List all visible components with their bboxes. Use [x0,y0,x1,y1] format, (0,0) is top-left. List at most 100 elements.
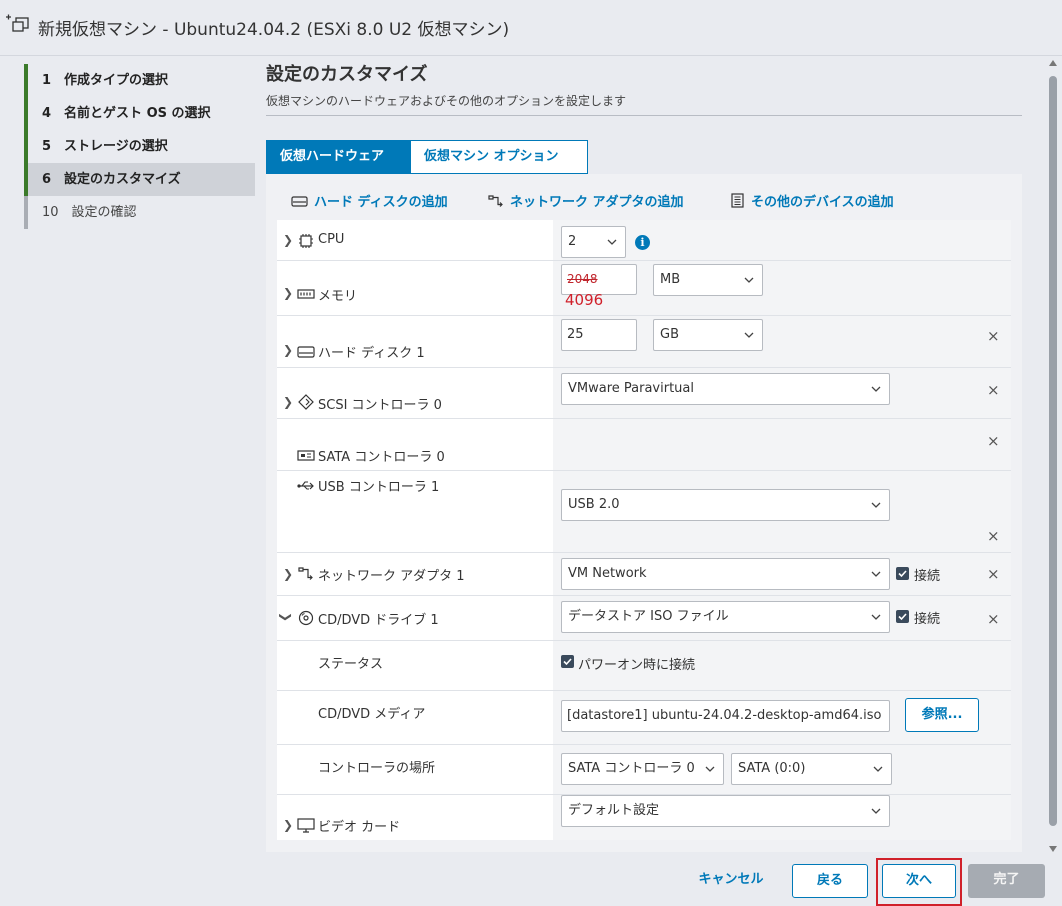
cd-dvd-source-value: データストア ISO ファイル [568,609,729,624]
hw-row-video-card: ❯ ビデオ カード デフォルト設定 [277,795,1011,840]
checkmark-icon [563,658,572,666]
chevron-right-icon[interactable]: ❯ [283,395,293,409]
chevron-down-icon [873,766,883,772]
scsi-controller-label: SCSI コントローラ 0 [318,398,442,413]
connect-at-power-on-checkbox[interactable] [561,655,574,668]
disk-unit-value: GB [660,327,679,342]
back-button[interactable]: 戻る [792,864,868,898]
network-connect-checkbox[interactable] [896,567,909,580]
cd-dvd-connect-checkbox[interactable] [896,610,909,623]
network-connect-label: 接続 [914,569,941,584]
chevron-down-icon [871,571,881,577]
step-select-storage[interactable]: 5 ストレージの選択 [24,130,255,163]
hw-row-scsi-controller: ❯ SCSI コントローラ 0 VMware Paravirtual × [277,368,1011,419]
chevron-right-icon[interactable]: ❯ [283,818,293,832]
memory-unit-select[interactable]: MB [653,264,763,296]
video-card-select[interactable]: デフォルト設定 [561,795,890,827]
chevron-down-icon [744,332,754,338]
hw-value-cell: VMware Paravirtual [553,368,1011,418]
cpu-count-select[interactable]: 2 [561,226,626,258]
next-button[interactable]: 次へ [882,864,956,898]
hw-label-cell: USB コントローラ 1 [277,471,553,552]
hardware-table: ❯ CPU 2 i ❯ メモリ 2048 4096 MB ❯ ハード ディスク … [277,220,1011,840]
tab-vm-options[interactable]: 仮想マシン オプション [410,140,588,174]
hw-row-cd-dvd-media: CD/DVD メディア [datastore1] ubuntu-24.04.2-… [277,691,1011,745]
hw-label-cell: コントローラの場所 [277,745,553,794]
page-subtitle: 仮想マシンのハードウェアおよびその他のオプションを設定します [266,94,627,108]
hw-label-cell: ❯ SCSI コントローラ 0 [277,368,553,418]
remove-scsi-controller-button[interactable]: × [987,381,1000,399]
usb-controller-label: USB コントローラ 1 [318,480,440,495]
chevron-down-icon [705,766,715,772]
scsi-type-value: VMware Paravirtual [568,381,694,396]
video-card-value: デフォルト設定 [568,803,660,818]
hw-label-cell: ステータス [277,641,553,690]
browse-button[interactable]: 参照... [905,698,979,732]
controller-slot-value: SATA (0:0) [738,761,806,776]
hardware-panel: ハード ディスクの追加 ネットワーク アダプタの追加 その他のデバイスの追加 ❯… [266,174,1022,852]
chevron-down-icon [607,239,617,245]
chevron-right-icon[interactable]: ❯ [283,343,293,357]
memory-unit-value: MB [660,272,681,287]
remove-network-adapter-button[interactable]: × [987,565,1000,583]
title-bar: 新規仮想マシン - Ubuntu24.04.2 (ESXi 8.0 U2 仮想マ… [0,0,1062,56]
step-customize-settings[interactable]: 6 設定のカスタマイズ [24,163,255,196]
disk-unit-select[interactable]: GB [653,319,763,351]
usb-icon [297,481,314,490]
chevron-right-icon[interactable]: ❯ [283,286,293,300]
step-select-creation-type[interactable]: 1 作成タイプの選択 [24,64,255,97]
controller-select[interactable]: SATA コントローラ 0 [561,753,724,785]
network-adapter-icon [488,194,503,207]
chevron-down-icon[interactable]: ❯ [279,612,293,622]
chevron-right-icon[interactable]: ❯ [283,567,293,581]
hw-row-controller-location: コントローラの場所 SATA コントローラ 0 SATA (0:0) [277,745,1011,795]
wizard-footer: キャンセル 戻る 次へ 完了 [0,856,1062,906]
new-vm-icon [6,14,29,32]
video-card-icon [297,818,315,833]
hw-label-cell: CD/DVD メディア [277,691,553,744]
remove-sata-controller-button[interactable]: × [987,432,1000,450]
memory-icon [297,289,315,299]
hw-value-cell: データストア ISO ファイル 接続 [553,596,1011,640]
add-network-adapter-button[interactable]: ネットワーク アダプタの追加 [487,191,684,210]
other-device-icon [731,193,744,208]
remove-hard-disk-button[interactable]: × [987,327,1000,345]
scroll-down-arrow-icon[interactable] [1049,846,1057,852]
hw-row-cpu: ❯ CPU 2 i [277,220,1011,261]
sata-controller-icon [297,450,315,461]
hw-value-cell: 25 GB [553,316,1011,367]
checkmark-icon [898,570,907,578]
network-adapter-label: ネットワーク アダプタ 1 [318,569,465,584]
window-title: 新規仮想マシン - Ubuntu24.04.2 (ESXi 8.0 U2 仮想マ… [38,20,510,40]
cd-dvd-media-path-input[interactable]: [datastore1] ubuntu-24.04.2-desktop-amd6… [561,700,890,732]
scrollbar-thumb[interactable] [1049,76,1057,826]
finish-button: 完了 [968,864,1045,898]
hw-row-sata-controller: SATA コントローラ 0 × [277,419,1011,471]
chevron-down-icon [744,277,754,283]
tab-virtual-hardware[interactable]: 仮想ハードウェア [266,140,411,174]
add-other-device-button[interactable]: その他のデバイスの追加 [730,191,894,210]
step-select-name-guest-os[interactable]: 4 名前とゲスト OS の選択 [24,97,255,130]
add-hard-disk-label: ハード ディスクの追加 [314,195,448,210]
chevron-right-icon[interactable]: ❯ [283,233,293,247]
hw-row-hard-disk: ❯ ハード ディスク 1 25 GB × [277,316,1011,368]
info-icon[interactable]: i [635,235,650,250]
vertical-scrollbar[interactable] [1046,56,1060,856]
add-network-adapter-label: ネットワーク アダプタの追加 [510,195,684,210]
usb-type-select[interactable]: USB 2.0 [561,489,890,521]
add-hard-disk-button[interactable]: ハード ディスクの追加 [291,191,448,210]
remove-cd-dvd-button[interactable]: × [987,610,1000,628]
scroll-up-arrow-icon[interactable] [1049,60,1057,66]
scsi-type-select[interactable]: VMware Paravirtual [561,373,890,405]
hard-disk-label: ハード ディスク 1 [318,346,425,361]
step-confirm-settings: 10 設定の確認 [24,196,255,229]
controller-slot-select[interactable]: SATA (0:0) [731,753,892,785]
disk-size-input[interactable]: 25 [561,319,637,351]
cd-dvd-source-select[interactable]: データストア ISO ファイル [561,601,890,633]
cancel-button[interactable]: キャンセル [686,864,776,898]
remove-usb-controller-button[interactable]: × [987,527,1000,545]
hw-row-usb-controller: USB コントローラ 1 USB 2.0 × [277,471,1011,553]
video-card-label: ビデオ カード [318,820,401,835]
hw-label-cell: ❯ ビデオ カード [277,795,553,840]
network-select[interactable]: VM Network [561,558,890,590]
